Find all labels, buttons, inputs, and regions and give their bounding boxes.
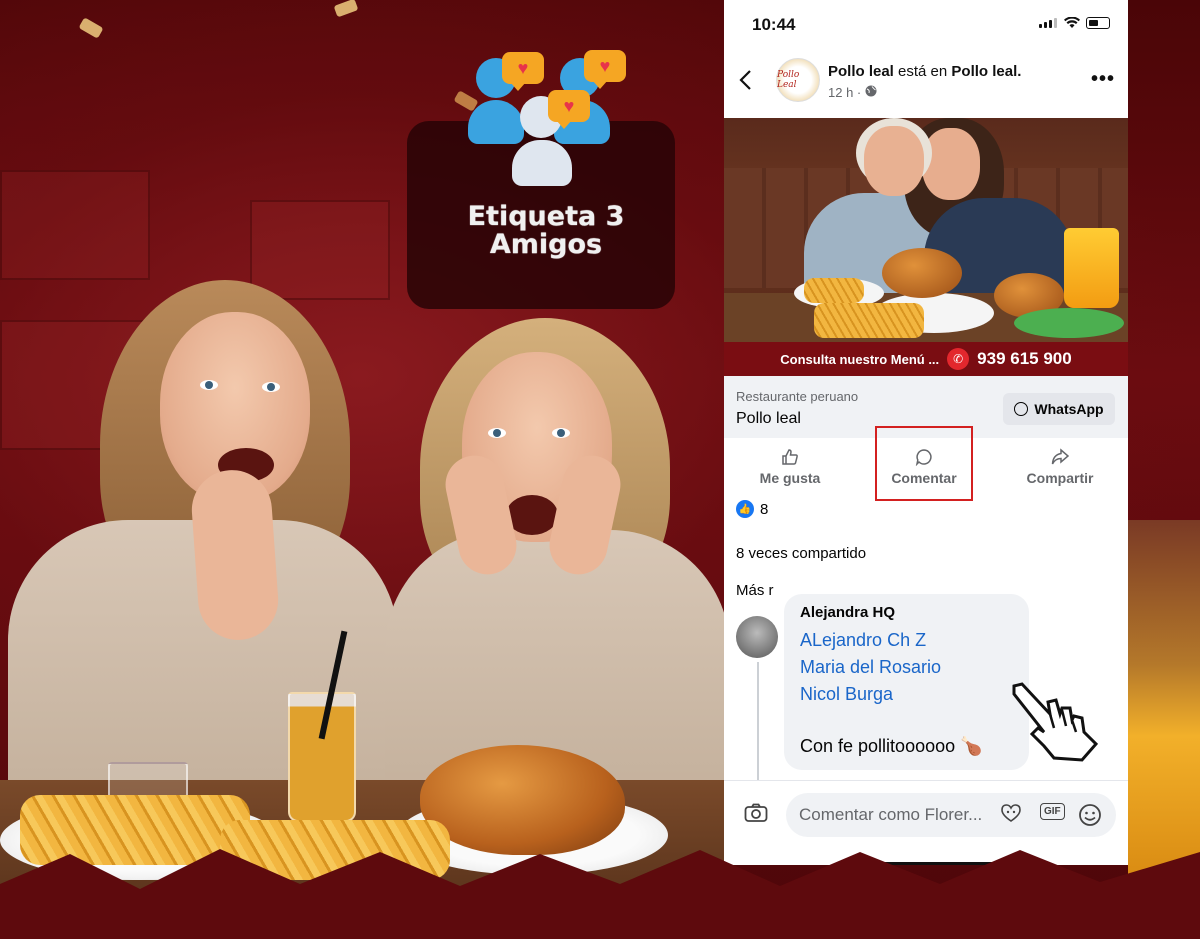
comment-composer: Comentar como Florer... GIF: [724, 780, 1128, 850]
image-chicken: [882, 248, 962, 298]
reaction-count: 8: [760, 500, 769, 518]
image-juice: [1064, 228, 1119, 308]
cta-category: Restaurante peruano: [736, 389, 859, 404]
wifi-icon: [1064, 16, 1080, 32]
chicken-leg-icon: 🍗: [960, 736, 983, 756]
location-connector: está en: [898, 63, 948, 80]
whatsapp-icon: ✆: [947, 348, 970, 370]
page-avatar[interactable]: Pollo Leal: [776, 58, 820, 102]
commenter-avatar[interactable]: [736, 616, 778, 658]
whatsapp-button[interactable]: WhatsApp: [1003, 393, 1115, 425]
heart-bubble-icon: ♥: [584, 50, 626, 89]
image-salad: [1014, 308, 1124, 338]
emoji-button[interactable]: [1078, 803, 1102, 832]
camera-button[interactable]: [744, 803, 768, 829]
juice-glass-background: [1128, 520, 1200, 880]
tag-title-line2: Amigos: [489, 229, 603, 260]
image-banner: Consulta nuestro Menú ... ✆ 939 615 900: [724, 342, 1128, 376]
cta-page-name: Pollo leal: [736, 410, 801, 427]
whatsapp-button-label: WhatsApp: [1034, 401, 1104, 417]
like-button[interactable]: Me gusta: [740, 448, 840, 486]
more-options-button[interactable]: •••: [1091, 68, 1115, 91]
chevron-left-icon: [739, 70, 751, 90]
status-time: 10:44: [752, 15, 796, 34]
comment-bubble: Alejandra HQ ALejandro Ch Z Maria del Ro…: [784, 594, 1029, 770]
comment-sort-label[interactable]: Más r: [736, 582, 774, 599]
share-icon: [1010, 448, 1110, 470]
tag-friends-title: Etiqueta 3 Amigos: [407, 203, 685, 259]
post-title: Pollo leal está en Pollo leal.: [828, 63, 1021, 80]
image-fries: [804, 278, 864, 303]
like-label: Me gusta: [759, 470, 821, 486]
share-count[interactable]: 8 veces compartido: [736, 545, 866, 562]
status-bar: 10:44: [724, 0, 1128, 48]
tagged-friend[interactable]: ALejandro Ch Z: [800, 627, 1013, 654]
post-time[interactable]: 12 h: [828, 85, 853, 100]
like-reaction-icon: 👍: [736, 500, 754, 518]
roast-chicken: [420, 745, 625, 855]
image-phone-number: 939 615 900: [977, 349, 1072, 368]
comment-text: Con fe pollitoooooo 🍗: [800, 736, 1013, 757]
comment-placeholder: Comentar como Florer...: [799, 805, 983, 824]
image-banner-text: Consulta nuestro Menú ...: [780, 351, 940, 367]
smiley-icon: [1079, 804, 1101, 826]
heart-bubble-icon: ♥: [548, 90, 590, 129]
post-image[interactable]: Consulta nuestro Menú ... ✆ 939 615 900: [724, 118, 1128, 376]
camera-icon: [744, 803, 768, 822]
avatar-sticker-button[interactable]: [1000, 803, 1022, 828]
back-button[interactable]: [738, 68, 762, 96]
thread-line: [757, 662, 759, 784]
image-person: [864, 126, 924, 196]
image-person: [922, 128, 980, 200]
post-header: Pollo Leal Pollo leal está en Pollo leal…: [724, 48, 1128, 118]
comment-input[interactable]: Comentar como Florer...: [786, 793, 1116, 837]
beer-glass: [288, 692, 356, 822]
comment-highlight-box: [875, 426, 973, 501]
location-link[interactable]: Pollo leal.: [951, 63, 1021, 80]
background-window: [0, 170, 150, 280]
thumbs-up-icon: [740, 448, 840, 470]
post-meta: 12 h ·: [828, 85, 877, 100]
tagged-friend[interactable]: Maria del Rosario: [800, 654, 1013, 681]
comment-body: Con fe pollitoooooo: [800, 736, 956, 756]
heart-bubble-icon: ♥: [502, 52, 544, 91]
share-button[interactable]: Compartir: [1010, 448, 1110, 486]
avatar-logo-text: Pollo Leal: [777, 70, 800, 90]
friends-group-icon: ♥ ♥ ♥: [466, 50, 626, 186]
zigzag-border: [0, 849, 1200, 939]
gif-button[interactable]: GIF: [1040, 803, 1065, 820]
tagged-friend[interactable]: Nicol Burga: [800, 681, 1013, 708]
globe-icon: [865, 85, 877, 97]
signal-icon: [1039, 18, 1057, 28]
reactions-summary[interactable]: 👍 8: [736, 500, 768, 518]
background-window: [250, 200, 390, 300]
battery-icon: [1086, 17, 1110, 29]
image-fries: [814, 303, 924, 338]
comment-author[interactable]: Alejandra HQ: [800, 604, 1013, 621]
hand-cursor-icon: [1012, 682, 1099, 762]
share-label: Compartir: [1026, 470, 1094, 486]
tag-title-line1: Etiqueta 3: [467, 201, 625, 232]
whatsapp-icon: [1014, 402, 1029, 416]
page-name-link[interactable]: Pollo leal: [828, 63, 894, 80]
avatar-sticker-icon: [1001, 804, 1021, 822]
